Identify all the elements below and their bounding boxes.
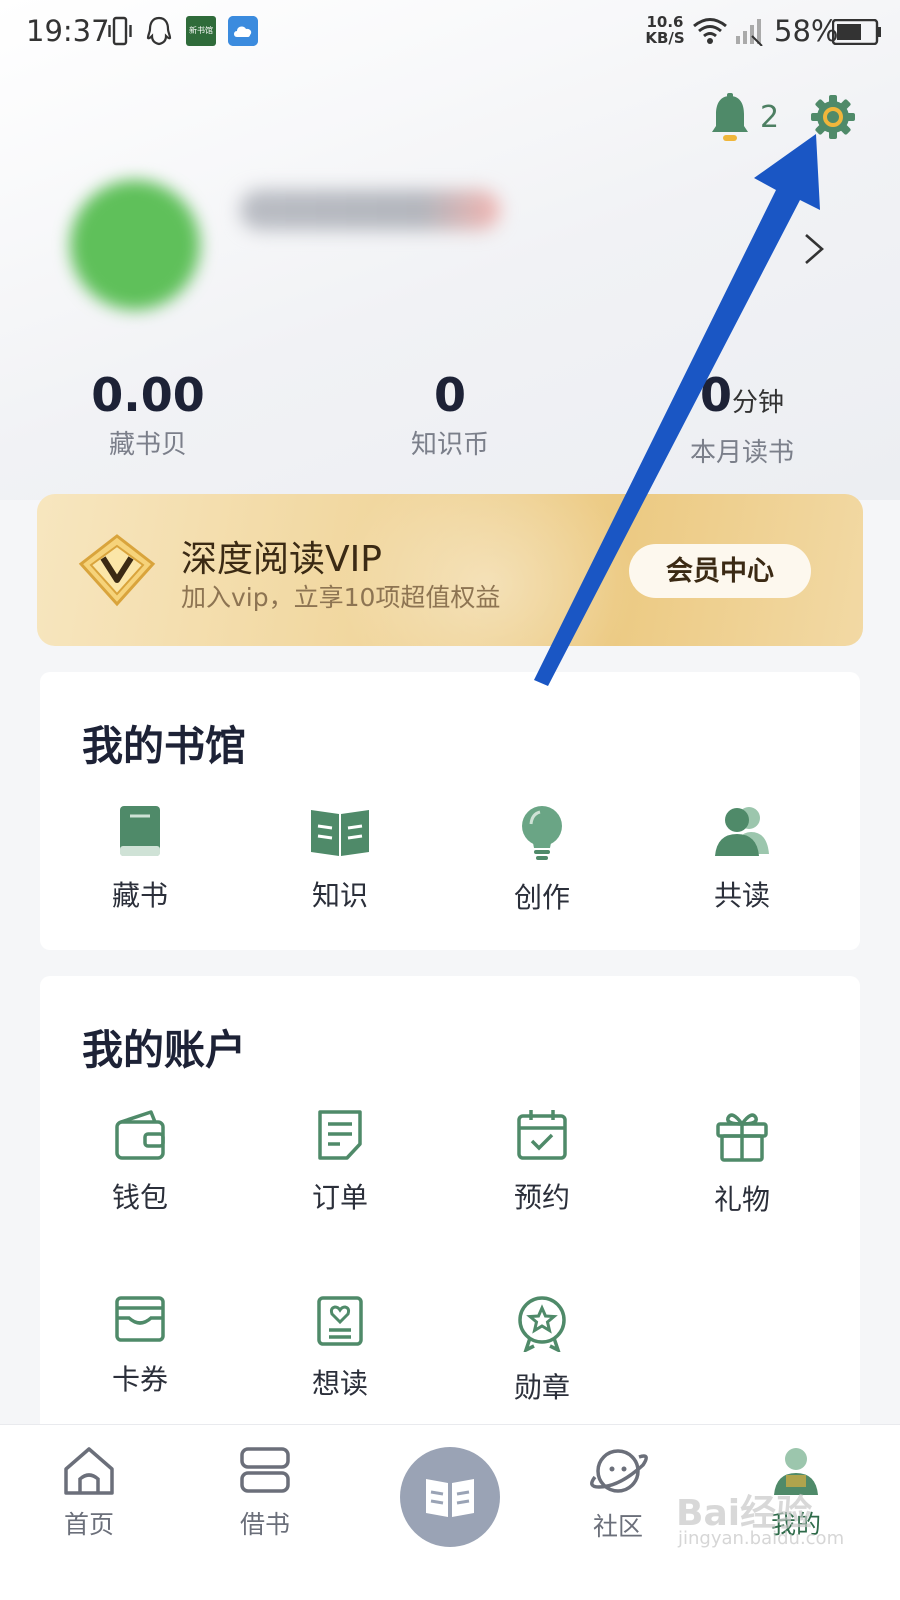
gift-icon bbox=[716, 1113, 768, 1162]
tab-label: 首页 bbox=[63, 1510, 114, 1539]
account-item-label: 礼物 bbox=[713, 1183, 770, 1216]
account-item-reservation[interactable]: 预约 bbox=[482, 1108, 602, 1216]
account-item-want-to-read[interactable]: 想读 bbox=[280, 1294, 400, 1402]
status-bar: 19:37 新书馆 10.6 KB/S 58% bbox=[0, 0, 900, 66]
library-item-collection[interactable]: 藏书 bbox=[80, 804, 200, 914]
calendar-check-icon bbox=[517, 1110, 567, 1160]
account-item-wallet[interactable]: 钱包 bbox=[80, 1108, 200, 1216]
battery-icon bbox=[832, 19, 881, 45]
stat-knowledge-coins[interactable]: 0 知识币 bbox=[390, 370, 510, 461]
my-library-card: 我的书馆 藏书 知识 创作 共读 bbox=[40, 672, 860, 950]
account-item-gift[interactable]: 礼物 bbox=[682, 1108, 802, 1218]
account-item-coupons[interactable]: 卡券 bbox=[80, 1294, 200, 1398]
library-item-label: 藏书 bbox=[111, 879, 168, 912]
stat-collection-shells[interactable]: 0.00 藏书贝 bbox=[88, 370, 208, 461]
qq-icon bbox=[146, 16, 172, 46]
stat-label: 藏书贝 bbox=[108, 430, 187, 460]
order-icon bbox=[318, 1110, 362, 1160]
tab-label: 社区 bbox=[592, 1512, 643, 1541]
tab-home[interactable]: 首页 bbox=[29, 1445, 149, 1541]
group-icon bbox=[715, 807, 769, 856]
account-item-label: 想读 bbox=[311, 1367, 368, 1400]
wallet-icon bbox=[115, 1110, 165, 1160]
stat-value: 0 bbox=[433, 368, 466, 422]
library-item-label: 知识 bbox=[311, 879, 368, 912]
borrow-icon bbox=[240, 1447, 290, 1493]
medal-icon bbox=[518, 1296, 566, 1352]
app-notification-icon: 新书馆 bbox=[186, 16, 216, 46]
library-item-knowledge[interactable]: 知识 bbox=[280, 804, 400, 914]
watermark-url: jingyan.baidu.com bbox=[678, 1528, 845, 1549]
tab-label: 借书 bbox=[239, 1510, 290, 1539]
tab-community[interactable]: 社区 bbox=[558, 1443, 678, 1543]
wifi-icon bbox=[693, 18, 727, 44]
annotation-arrow bbox=[534, 134, 820, 686]
open-book-icon bbox=[311, 810, 369, 856]
account-item-orders[interactable]: 订单 bbox=[280, 1108, 400, 1216]
library-item-co-reading[interactable]: 共读 bbox=[682, 804, 802, 914]
stat-value: 0.00 bbox=[91, 368, 205, 422]
library-item-label: 创作 bbox=[513, 881, 570, 914]
cloud-icon bbox=[228, 16, 258, 46]
wishlist-icon bbox=[317, 1296, 363, 1346]
lightbulb-icon bbox=[522, 806, 562, 860]
home-icon bbox=[64, 1447, 114, 1495]
battery-percent: 58% bbox=[774, 14, 839, 48]
book-icon bbox=[120, 806, 160, 856]
vip-badge-icon bbox=[78, 534, 156, 607]
library-item-label: 共读 bbox=[713, 879, 770, 912]
stat-label: 知识币 bbox=[410, 430, 489, 460]
signal-icon bbox=[736, 19, 763, 46]
tab-borrow[interactable]: 借书 bbox=[205, 1445, 325, 1541]
account-item-label: 勋章 bbox=[513, 1371, 570, 1404]
account-item-label: 订单 bbox=[311, 1181, 368, 1214]
read-book-icon bbox=[426, 1479, 474, 1517]
library-item-creation[interactable]: 创作 bbox=[482, 804, 602, 916]
status-time: 19:37 bbox=[26, 14, 110, 48]
username[interactable] bbox=[240, 190, 500, 230]
my-account-card: 我的账户 钱包 订单 预约 礼物 卡券 想读 勋章 bbox=[40, 976, 860, 1424]
avatar[interactable] bbox=[70, 180, 200, 310]
vibrate-icon bbox=[108, 16, 132, 46]
network-speed: 10.6 KB/S bbox=[645, 13, 685, 47]
my-library-title: 我的书馆 bbox=[82, 722, 246, 770]
planet-icon bbox=[590, 1449, 648, 1493]
vip-title: 深度阅读VIP bbox=[181, 539, 382, 580]
account-item-label: 钱包 bbox=[111, 1181, 168, 1214]
tab-read[interactable] bbox=[400, 1447, 500, 1547]
vip-subtitle: 加入vip，立享10项超值权益 bbox=[181, 583, 501, 612]
my-account-title: 我的账户 bbox=[82, 1026, 246, 1074]
coupon-icon bbox=[115, 1296, 165, 1342]
account-item-label: 卡券 bbox=[111, 1363, 168, 1396]
account-item-label: 预约 bbox=[513, 1181, 570, 1214]
account-item-medals[interactable]: 勋章 bbox=[482, 1294, 602, 1406]
